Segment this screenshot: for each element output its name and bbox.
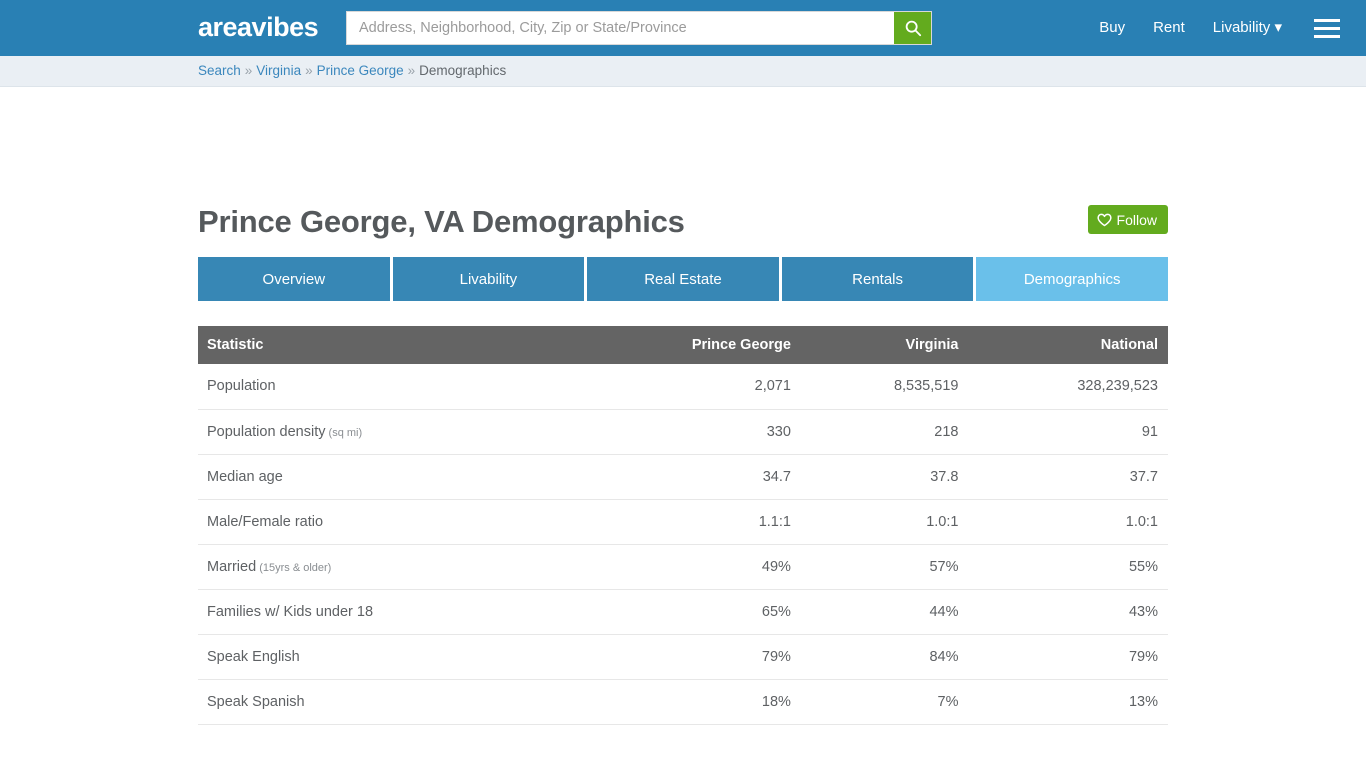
section-tabs: Overview Livability Real Estate Rentals …	[198, 257, 1168, 301]
hamburger-bar	[1314, 26, 1340, 30]
breadcrumb-item-demographics: Demographics	[419, 63, 507, 78]
table-row: Population 2,071 8,535,519 328,239,523	[198, 364, 1168, 410]
table-row: Speak English 79% 84% 79%	[198, 634, 1168, 680]
cell-state: 1.0:1	[800, 499, 969, 545]
site-logo[interactable]: areavibes	[198, 11, 481, 43]
cell-national: 91	[968, 409, 1168, 455]
search-icon	[905, 20, 921, 37]
hamburger-icon[interactable]	[1310, 15, 1344, 41]
tab-overview[interactable]: Overview	[198, 257, 390, 301]
page-title: Prince George, VA Demographics	[198, 204, 685, 239]
nav-livability[interactable]: Livability ▾	[1199, 0, 1296, 56]
cell-state: 84%	[800, 634, 969, 680]
cell-statistic: Married (15yrs & older)	[198, 544, 565, 590]
cell-statistic: Families w/ Kids under 18	[198, 589, 565, 635]
cell-state: 218	[800, 409, 969, 455]
breadcrumb-separator: »	[244, 63, 253, 78]
cell-state: 57%	[800, 544, 969, 590]
cell-national: 1.0:1	[968, 499, 1168, 545]
cell-national: 79%	[968, 634, 1168, 680]
statistic-label: Median age	[207, 468, 283, 485]
breadcrumb: Search» Virginia» Prince George» Demographi…	[0, 56, 1366, 86]
cell-local: 34.7	[564, 454, 801, 500]
cell-statistic: Male/Female ratio	[198, 499, 565, 545]
table-body: Population 2,071 8,535,519 328,239,523 Popul…	[198, 364, 1168, 725]
statistic-suffix: (15yrs & older)	[256, 561, 332, 574]
search-bar	[346, 11, 932, 45]
cell-national: 43%	[968, 589, 1168, 635]
tab-demographics[interactable]: Demographics	[976, 257, 1168, 301]
tab-livability[interactable]: Livability	[392, 257, 585, 301]
statistic-label: Married	[207, 558, 257, 575]
header-nav: Buy Rent Livability ▾	[1085, 0, 1354, 56]
table-row: Families w/ Kids under 18 65% 44% 43%	[198, 589, 1168, 635]
table-header: Statistic Prince George Virginia Nationa…	[198, 326, 1168, 364]
breadcrumb-item-search[interactable]: Search	[198, 63, 241, 78]
breadcrumb-separator: »	[407, 63, 416, 78]
table-row: Married (15yrs & older) 49% 57% 55%	[198, 544, 1168, 590]
nav-rent[interactable]: Rent	[1139, 0, 1199, 56]
statistic-label: Families w/ Kids under 18	[207, 603, 374, 620]
cell-local: 79%	[564, 634, 801, 680]
hamburger-bar	[1314, 18, 1340, 22]
table-row: Median age 34.7 37.8 37.7	[198, 454, 1168, 500]
cell-statistic: Median age	[198, 454, 565, 500]
statistic-suffix: (sq mi)	[325, 426, 363, 439]
cell-statistic: Population	[198, 364, 565, 410]
column-header-statistic: Statistic	[198, 326, 565, 364]
cell-state: 37.8	[800, 454, 969, 500]
demographics-table: Statistic Prince George Virginia Nationa…	[198, 326, 1168, 725]
title-row: Prince George, VA Demographics Follow	[198, 197, 1168, 253]
search-input[interactable]	[347, 12, 894, 44]
table-row: Male/Female ratio 1.1:1 1.0:1 1.0:1	[198, 499, 1168, 545]
cell-local: 330	[564, 409, 801, 455]
tab-real-estate[interactable]: Real Estate	[587, 257, 779, 301]
follow-button[interactable]: Follow	[1087, 205, 1168, 234]
follow-button-label: Follow	[1116, 211, 1157, 228]
table-row: Population density (sq mi) 330 218 91	[198, 409, 1168, 455]
cell-local: 2,071	[564, 364, 801, 410]
cell-national: 55%	[968, 544, 1168, 590]
cell-state: 8,535,519	[800, 364, 969, 410]
column-header-national: National	[968, 326, 1168, 364]
cell-local: 49%	[564, 544, 801, 590]
site-header: areavibes Buy Rent Livability ▾	[0, 0, 1366, 56]
table-header-row: Statistic Prince George Virginia Nationa…	[198, 326, 1168, 364]
cell-national: 13%	[968, 679, 1168, 725]
statistic-label: Population	[207, 378, 276, 395]
cell-national: 37.7	[968, 454, 1168, 500]
cell-state: 7%	[800, 679, 969, 725]
cell-local: 65%	[564, 589, 801, 635]
breadcrumb-strip: Search» Virginia» Prince George» Demographi…	[0, 56, 1366, 87]
nav-buy[interactable]: Buy	[1085, 0, 1139, 56]
cell-statistic: Speak Spanish	[198, 679, 565, 725]
cell-state: 44%	[800, 589, 969, 635]
statistic-label: Speak Spanish	[207, 693, 305, 710]
cell-statistic: Population density (sq mi)	[198, 409, 565, 455]
site-logo-text: areavibes	[198, 12, 319, 42]
page-content: Prince George, VA Demographics Follow Ov…	[198, 197, 1168, 725]
breadcrumb-item-virginia[interactable]: Virginia	[256, 63, 301, 78]
column-header-prince-george: Prince George	[564, 326, 801, 364]
cell-local: 18%	[564, 679, 801, 725]
statistic-label: Speak English	[207, 648, 300, 665]
column-header-virginia: Virginia	[800, 326, 969, 364]
table-row: Speak Spanish 18% 7% 13%	[198, 679, 1168, 725]
hamburger-bar	[1314, 34, 1340, 38]
breadcrumb-separator: »	[305, 63, 313, 78]
cell-national: 328,239,523	[968, 364, 1168, 410]
tab-rentals[interactable]: Rentals	[781, 257, 974, 301]
statistic-label: Population density	[207, 423, 326, 440]
cell-local: 1.1:1	[564, 499, 801, 545]
statistic-label: Male/Female ratio	[207, 513, 324, 530]
cell-statistic: Speak English	[198, 634, 565, 680]
heart-icon	[1096, 213, 1112, 226]
breadcrumb-item-prince-george[interactable]: Prince George	[317, 63, 404, 78]
search-button[interactable]	[894, 12, 931, 44]
